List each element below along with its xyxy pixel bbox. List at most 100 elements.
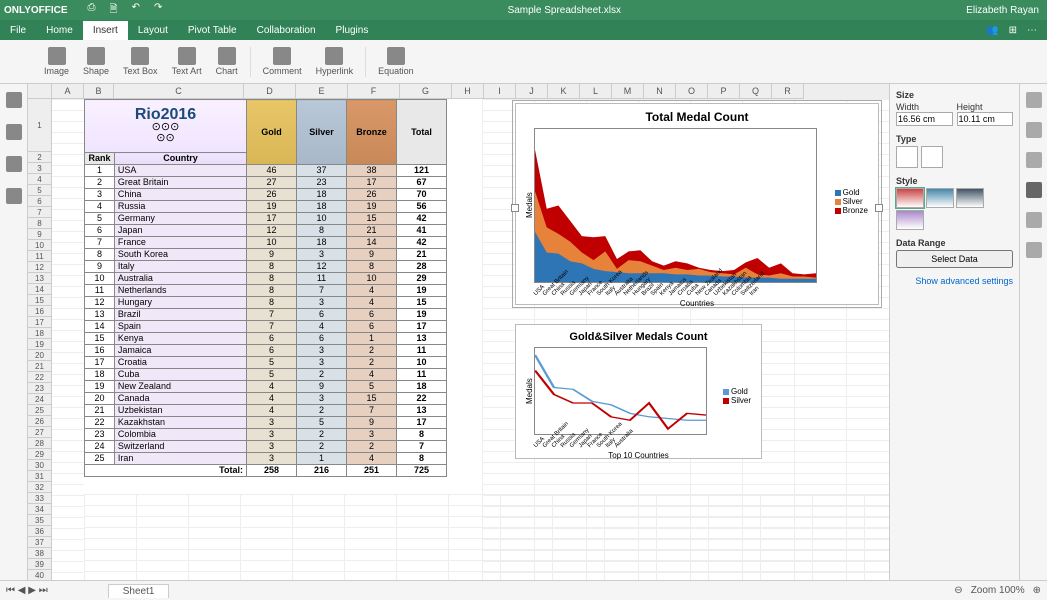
table-row[interactable]: 11Netherlands87419 bbox=[85, 285, 447, 297]
insert-textbox-button[interactable]: Text Box bbox=[119, 45, 162, 78]
menu-bar: File Home Insert Layout Pivot Table Coll… bbox=[0, 20, 1047, 40]
advanced-settings-link[interactable]: Show advanced settings bbox=[896, 276, 1013, 286]
text-settings-icon[interactable] bbox=[1026, 212, 1042, 228]
nav-next-icon[interactable]: ▶ bbox=[28, 585, 36, 596]
feedback-icon[interactable] bbox=[6, 188, 22, 204]
table-row[interactable]: 1USA463738121 bbox=[85, 165, 447, 177]
insert-shape-button[interactable]: Shape bbox=[79, 45, 113, 78]
table-row[interactable]: 24Switzerland3227 bbox=[85, 441, 447, 453]
insert-chart-button[interactable]: Chart bbox=[212, 45, 242, 78]
menu-layout[interactable]: Layout bbox=[128, 21, 178, 40]
table-row[interactable]: 13Brazil76619 bbox=[85, 309, 447, 321]
table-row[interactable]: 23Colombia3238 bbox=[85, 429, 447, 441]
table-row[interactable]: 14Spain74617 bbox=[85, 321, 447, 333]
table-row[interactable]: 6Japan1282141 bbox=[85, 225, 447, 237]
sheet-tab[interactable]: Sheet1 bbox=[108, 584, 170, 598]
spreadsheet-grid[interactable]: A B C D E F G H I J K L M N O P Q R 1234… bbox=[28, 84, 889, 580]
chart2-legend: Gold Silver bbox=[723, 387, 751, 405]
insert-textart-button[interactable]: Text Art bbox=[168, 45, 206, 78]
chart-width-input[interactable] bbox=[896, 112, 953, 126]
menu-home[interactable]: Home bbox=[36, 21, 83, 40]
table-row[interactable]: 22Kazakhstan35917 bbox=[85, 417, 447, 429]
insert-comment-button[interactable]: Comment bbox=[259, 45, 306, 78]
document-title: Sample Spreadsheet.xlsx bbox=[162, 5, 966, 16]
menu-collaboration[interactable]: Collaboration bbox=[247, 21, 326, 40]
table-row[interactable]: 18Cuba52411 bbox=[85, 369, 447, 381]
shape-icon bbox=[87, 47, 105, 65]
select-data-button[interactable]: Select Data bbox=[896, 250, 1013, 268]
comments-icon[interactable] bbox=[6, 124, 22, 140]
medals-table[interactable]: Rio2016⊙⊙⊙⊙⊙ Gold Silver Bronze Total Ra… bbox=[84, 99, 447, 477]
chart-style-1[interactable] bbox=[896, 188, 924, 208]
chart-style-2[interactable] bbox=[926, 188, 954, 208]
menu-plugins[interactable]: Plugins bbox=[326, 21, 379, 40]
hyperlink-icon bbox=[325, 47, 343, 65]
table-row[interactable]: 16Jamaica63211 bbox=[85, 345, 447, 357]
chart1-title: Total Medal Count bbox=[522, 110, 872, 124]
user-name: Elizabeth Rayan bbox=[966, 5, 1039, 16]
header-bronze: Bronze bbox=[347, 100, 397, 165]
undo-icon[interactable]: ↶ bbox=[132, 2, 140, 19]
gold-silver-chart[interactable]: Gold&Silver Medals Count Medals USAGreat… bbox=[515, 324, 762, 459]
chart-settings-panel: Size Width Height Type Style Data Range bbox=[889, 84, 1019, 580]
menu-insert[interactable]: Insert bbox=[83, 21, 128, 40]
chart-settings-icon[interactable] bbox=[1026, 182, 1042, 198]
search-icon[interactable] bbox=[6, 92, 22, 108]
table-row[interactable]: 21Uzbekistan42713 bbox=[85, 405, 447, 417]
table-row[interactable]: 25Iran3148 bbox=[85, 453, 447, 465]
table-row[interactable]: 19New Zealand49518 bbox=[85, 381, 447, 393]
table-settings-icon[interactable] bbox=[1026, 92, 1042, 108]
menu-file[interactable]: File bbox=[0, 21, 36, 40]
print-icon[interactable]: 🗎 bbox=[110, 2, 118, 19]
chart-style-3[interactable] bbox=[956, 188, 984, 208]
image-settings-icon[interactable] bbox=[1026, 152, 1042, 168]
chart-style-4[interactable] bbox=[896, 210, 924, 230]
nav-last-icon[interactable]: ⏭ bbox=[39, 585, 48, 596]
table-row[interactable]: 12Hungary83415 bbox=[85, 297, 447, 309]
chart1-plot: USAGreat BritainChinaRussiaGermanyJapanF… bbox=[534, 128, 817, 283]
chart-type-area-icon[interactable] bbox=[896, 146, 918, 168]
table-row[interactable]: 17Croatia53210 bbox=[85, 357, 447, 369]
insert-equation-button[interactable]: Equation bbox=[374, 45, 418, 78]
table-row[interactable]: 10Australia8111029 bbox=[85, 273, 447, 285]
table-row[interactable]: 9Italy812828 bbox=[85, 261, 447, 273]
right-rail bbox=[1019, 84, 1047, 580]
save-icon[interactable]: ⎙ bbox=[88, 2, 96, 19]
nav-first-icon[interactable]: ⏮ bbox=[6, 585, 15, 596]
embed-icon[interactable]: ⊞ bbox=[1009, 25, 1017, 36]
comment-icon bbox=[273, 47, 291, 65]
paragraph-settings-icon[interactable] bbox=[1026, 242, 1042, 258]
shape-settings-icon[interactable] bbox=[1026, 122, 1042, 138]
zoom-out-icon[interactable]: ⊖ bbox=[954, 585, 962, 596]
total-medal-chart[interactable]: Total Medal Count Medals USAGreat Britai… bbox=[515, 103, 879, 305]
table-row[interactable]: 3China26182670 bbox=[85, 189, 447, 201]
table-row[interactable]: 20Canada431522 bbox=[85, 393, 447, 405]
insert-image-button[interactable]: Image bbox=[40, 45, 73, 78]
row-headers: 1234567891011121314151617181920212223242… bbox=[28, 99, 52, 580]
chat-icon[interactable] bbox=[6, 156, 22, 172]
nav-prev-icon[interactable]: ◀ bbox=[18, 585, 26, 596]
insert-hyperlink-button[interactable]: Hyperlink bbox=[312, 45, 358, 78]
table-row[interactable]: 7France10181442 bbox=[85, 237, 447, 249]
table-row[interactable]: 4Russia19181956 bbox=[85, 201, 447, 213]
textart-icon bbox=[178, 47, 196, 65]
header-rank: Rank bbox=[85, 153, 115, 165]
menu-pivot-table[interactable]: Pivot Table bbox=[178, 21, 247, 40]
table-row[interactable]: 8South Korea93921 bbox=[85, 249, 447, 261]
table-row[interactable]: 5Germany17101542 bbox=[85, 213, 447, 225]
zoom-in-icon[interactable]: ⊕ bbox=[1033, 585, 1041, 596]
insert-toolbar: Image Shape Text Box Text Art Chart Comm… bbox=[0, 40, 1047, 84]
table-row[interactable]: 15Kenya66113 bbox=[85, 333, 447, 345]
chart-height-input[interactable] bbox=[957, 112, 1014, 126]
menu-icon[interactable]: ⋯ bbox=[1027, 25, 1037, 36]
redo-icon[interactable]: ↷ bbox=[154, 2, 162, 19]
header-gold: Gold bbox=[247, 100, 297, 165]
app-logo: ONLYOFFICE bbox=[4, 5, 68, 16]
zoom-level: Zoom 100% bbox=[971, 585, 1025, 596]
chart2-title: Gold&Silver Medals Count bbox=[522, 331, 755, 343]
chart-type-stacked-icon[interactable] bbox=[921, 146, 943, 168]
share-icon[interactable]: 👥 bbox=[986, 25, 998, 36]
image-icon bbox=[48, 47, 66, 65]
table-row[interactable]: 2Great Britain27231767 bbox=[85, 177, 447, 189]
chart2-plot: USAGreat BritainChinaRussiaGermanyJapanF… bbox=[534, 347, 707, 435]
